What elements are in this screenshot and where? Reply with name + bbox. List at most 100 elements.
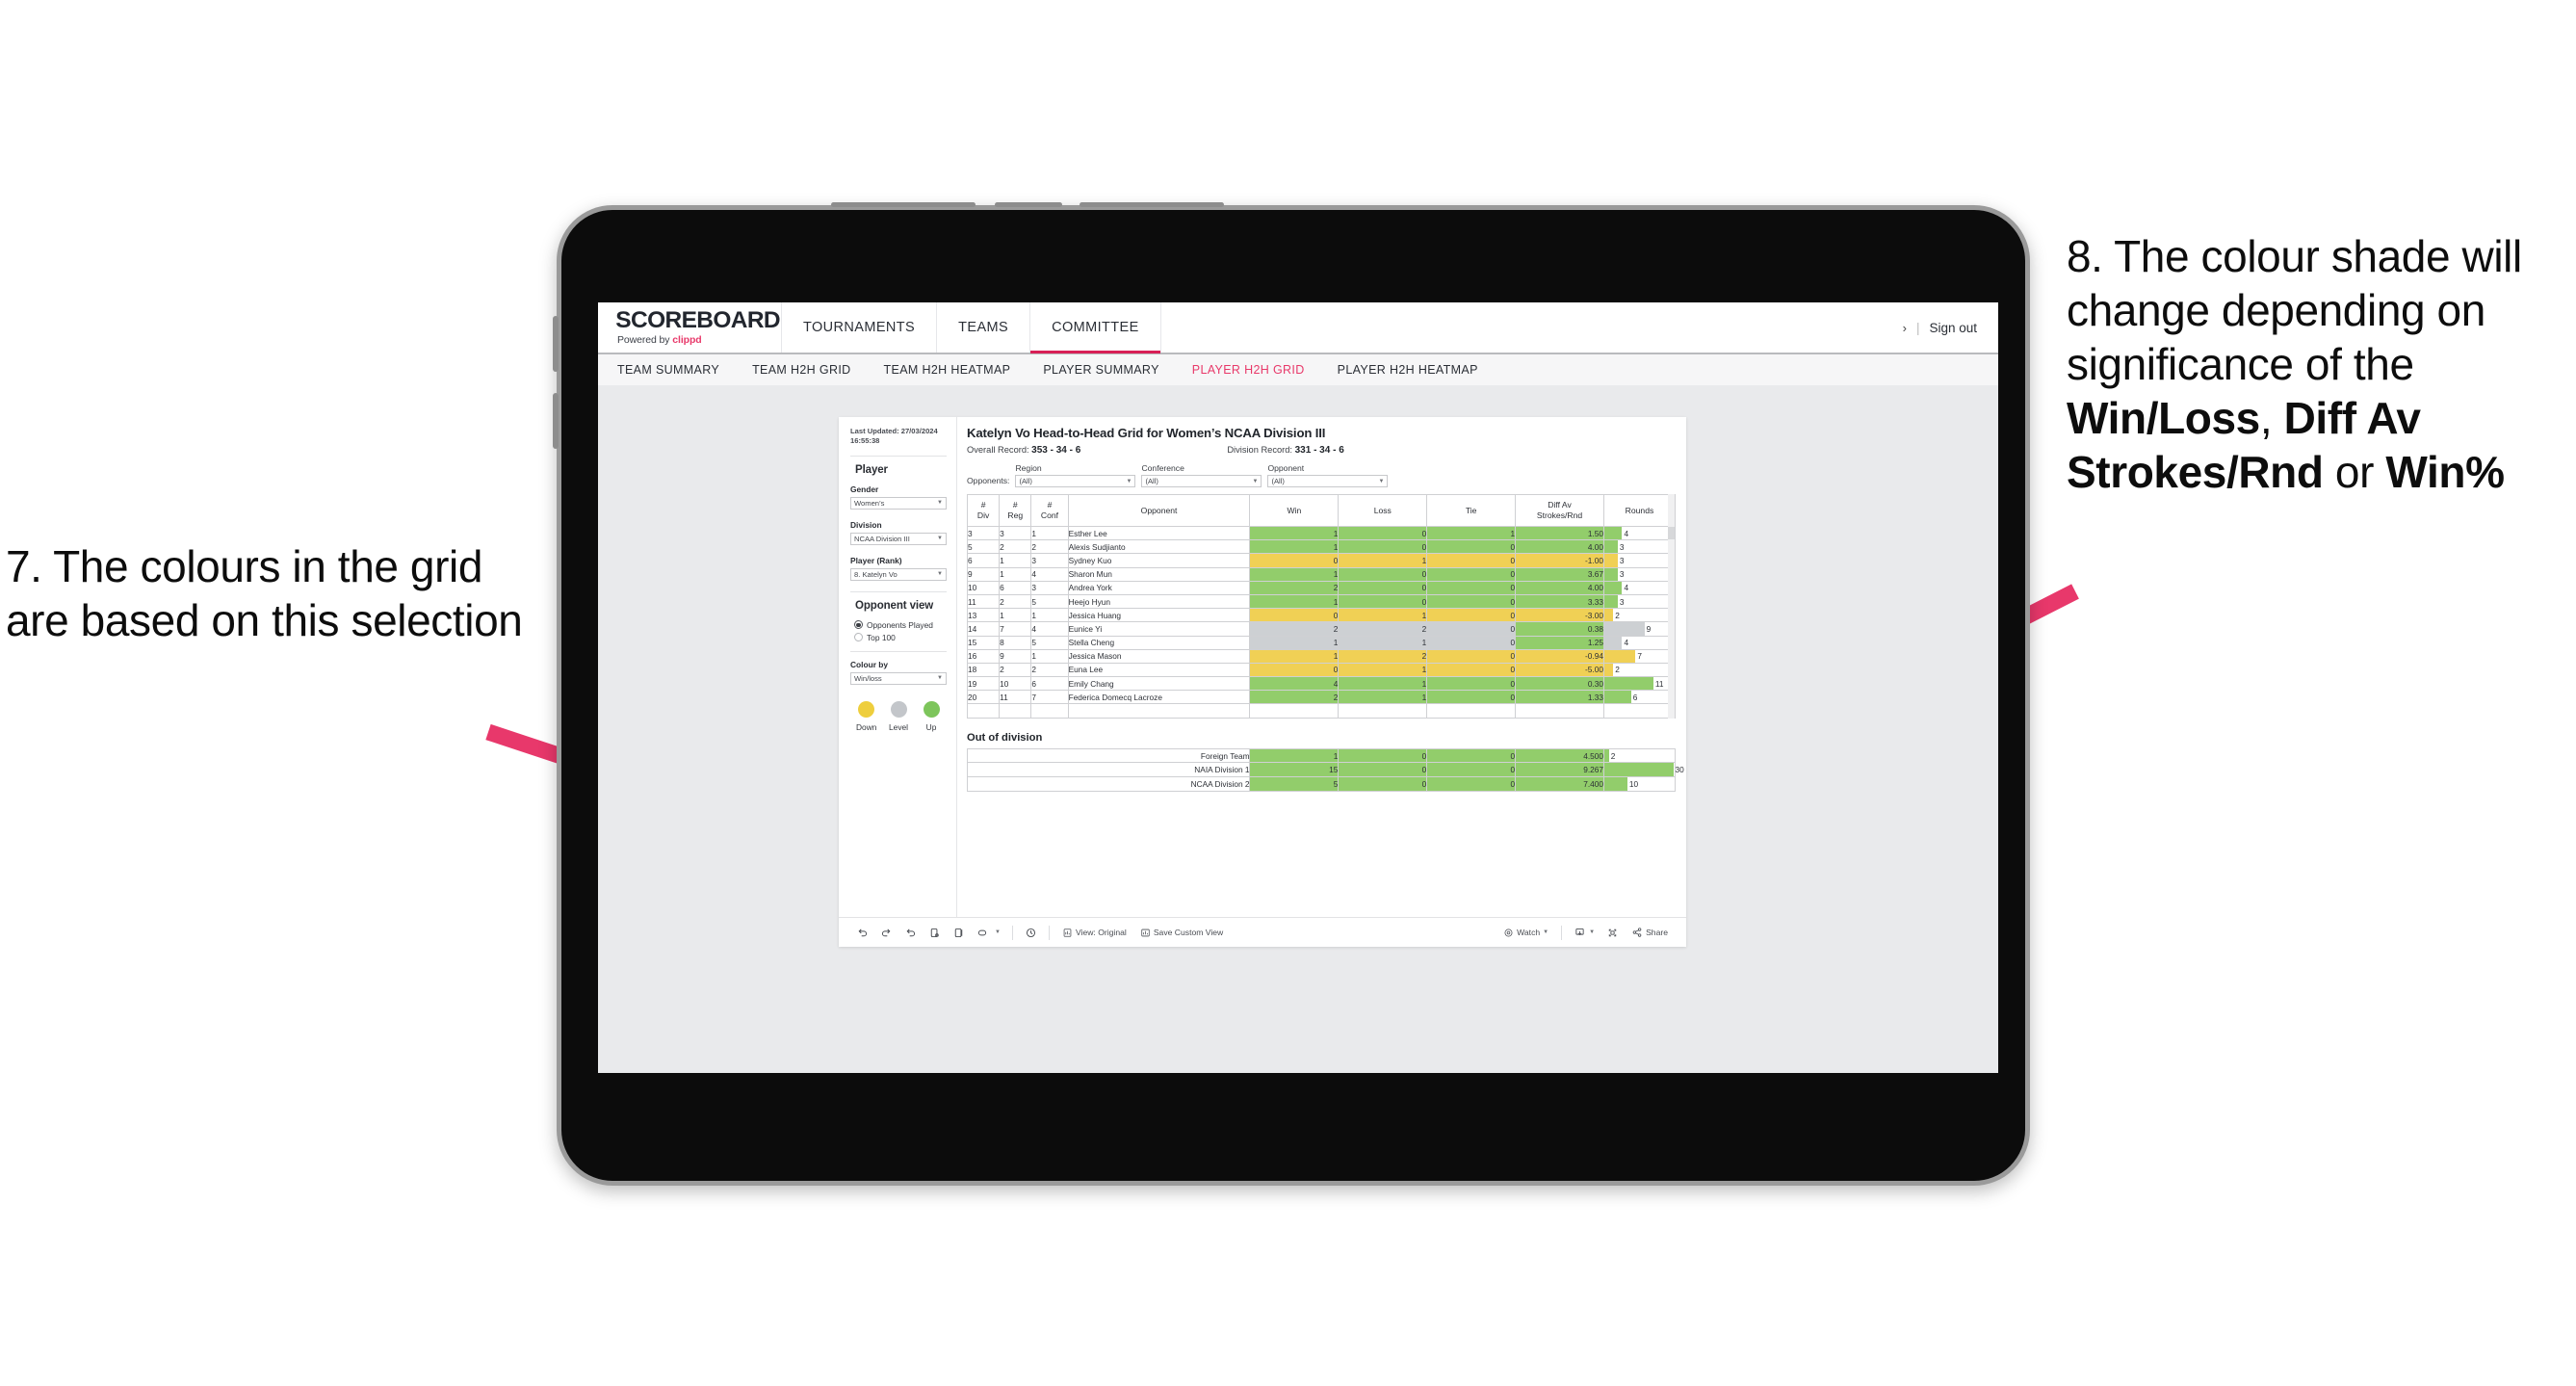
table-row[interactable]: NCAA Division 2 5 0 0 7.400 10 bbox=[966, 776, 1677, 793]
cell-empty bbox=[1249, 703, 1340, 719]
table-row[interactable]: 20 11 7 Federica Domecq Lacroze 2 1 0 1.33 6 bbox=[966, 690, 1677, 705]
colour-by-label: Colour by bbox=[850, 659, 889, 669]
chevron-down-icon: ▼ bbox=[1378, 478, 1385, 484]
radio-opponents-played[interactable]: Opponents Played bbox=[850, 620, 947, 630]
cell-opponent: Sydney Kuo bbox=[1067, 553, 1251, 568]
table-row[interactable]: 14 7 4 Eunice Yi 2 2 0 0.38 9 bbox=[966, 621, 1677, 637]
region-filter-label: Region bbox=[1015, 463, 1042, 473]
view-original-button[interactable]: View: Original bbox=[1055, 928, 1133, 938]
table-row[interactable]: 11 2 5 Heejo Hyun 1 0 0 3.33 3 bbox=[966, 593, 1677, 610]
history-icon[interactable] bbox=[1019, 927, 1043, 939]
radio-top-100[interactable]: Top 100 bbox=[850, 633, 947, 642]
col-rounds[interactable]: Rounds bbox=[1602, 494, 1677, 527]
table-row[interactable]: 19 10 6 Emily Chang 4 1 0 0.30 11 bbox=[966, 676, 1677, 692]
fullscreen-icon[interactable] bbox=[1600, 927, 1625, 939]
watch-button[interactable]: Watch ▼ bbox=[1496, 928, 1555, 938]
table-row[interactable]: 9 1 4 Sharon Mun 1 0 0 3.67 3 bbox=[966, 566, 1677, 582]
sign-out-link[interactable]: Sign out bbox=[1929, 321, 1977, 335]
legend-level-swatch bbox=[890, 700, 907, 718]
share-button[interactable]: Share bbox=[1625, 927, 1675, 938]
chevron-down-icon: ▼ bbox=[937, 571, 943, 578]
region-filter-select[interactable]: (All) ▼ bbox=[1015, 475, 1136, 487]
cell-ood-win: 15 bbox=[1249, 762, 1340, 778]
table-row[interactable]: 3 3 1 Esther Lee 1 0 1 1.50 4 bbox=[966, 525, 1677, 541]
cell-conf: 1 bbox=[1030, 648, 1069, 664]
region-filter-value: (All) bbox=[1019, 477, 1032, 485]
undo-icon[interactable] bbox=[850, 927, 874, 939]
cell-tie: 0 bbox=[1426, 580, 1517, 595]
pause-icon[interactable] bbox=[947, 927, 971, 939]
subnav-player-summary[interactable]: PLAYER SUMMARY bbox=[1043, 363, 1175, 377]
cell-div: 19 bbox=[966, 676, 1001, 692]
highlight-icon[interactable]: ▼ bbox=[971, 927, 1006, 939]
table-row[interactable]: Foreign Team 1 0 0 4.500 2 bbox=[966, 747, 1677, 764]
legend-up-swatch bbox=[923, 700, 940, 718]
save-custom-view-button[interactable]: Save Custom View bbox=[1133, 928, 1230, 938]
table-row[interactable]: NAIA Division 1 15 0 0 9.267 30 bbox=[966, 762, 1684, 778]
cell-loss: 2 bbox=[1338, 648, 1428, 664]
opponent-filter-select[interactable]: (All) ▼ bbox=[1267, 475, 1389, 487]
table-row[interactable]: 5 2 2 Alexis Sudjianto 1 0 0 4.00 3 bbox=[966, 539, 1677, 555]
download-icon[interactable]: ▼ bbox=[1568, 927, 1600, 939]
col-div[interactable]: # Div bbox=[966, 494, 1001, 527]
nav-tournaments[interactable]: TOURNAMENTS bbox=[781, 302, 936, 353]
cell-rounds: 3 bbox=[1602, 593, 1677, 610]
subnav-team-h2h-heatmap[interactable]: TEAM H2H HEATMAP bbox=[884, 363, 1028, 377]
col-win[interactable]: Win bbox=[1249, 494, 1340, 527]
revert-icon[interactable] bbox=[898, 927, 923, 939]
col-conf[interactable]: # Conf bbox=[1030, 494, 1069, 527]
redo-icon[interactable] bbox=[874, 927, 898, 939]
cell-reg: 11 bbox=[999, 690, 1032, 705]
grid-scrollbar-thumb[interactable] bbox=[1668, 527, 1675, 539]
cell-ood-loss: 0 bbox=[1338, 747, 1428, 764]
player-rank-select[interactable]: 8. Katelyn Vo ▼ bbox=[850, 567, 947, 581]
subnav-player-h2h-heatmap[interactable]: PLAYER H2H HEATMAP bbox=[1338, 363, 1495, 377]
cell-win: 1 bbox=[1249, 539, 1340, 555]
col-opponent[interactable]: Opponent bbox=[1067, 494, 1251, 527]
cell-loss: 0 bbox=[1338, 593, 1428, 610]
table-row[interactable]: 13 1 1 Jessica Huang 0 1 0 -3.00 2 bbox=[966, 608, 1677, 623]
cell-win: 0 bbox=[1249, 662, 1340, 678]
player-rank-field: Player (Rank) 8. Katelyn Vo ▼ bbox=[850, 556, 947, 581]
col-reg[interactable]: # Reg bbox=[999, 494, 1032, 527]
app-logo[interactable]: SCOREBOARD Powered by clippd bbox=[598, 302, 781, 353]
subnav-player-h2h-grid[interactable]: PLAYER H2H GRID bbox=[1192, 363, 1321, 377]
cell-empty bbox=[1338, 703, 1428, 719]
cell-ood-rounds: 2 bbox=[1602, 747, 1677, 764]
cell-div: 15 bbox=[966, 635, 1001, 650]
cell-tie: 0 bbox=[1426, 648, 1517, 664]
toolbar-divider bbox=[1011, 925, 1013, 940]
refresh-icon[interactable] bbox=[923, 927, 947, 939]
cell-win: 0 bbox=[1249, 553, 1340, 568]
col-loss[interactable]: Loss bbox=[1338, 494, 1428, 527]
cell-reg: 2 bbox=[999, 593, 1032, 610]
colour-by-field: Colour by Win/loss ▼ bbox=[850, 660, 947, 685]
gender-select[interactable]: Women’s ▼ bbox=[850, 496, 947, 510]
conference-filter-select[interactable]: (All) ▼ bbox=[1141, 475, 1262, 487]
grid-body: 3 3 1 Esther Lee 1 0 1 1.50 4 5 2 2 Alexis Sudjianto… bbox=[966, 525, 1677, 719]
table-row[interactable]: 16 9 1 Jessica Mason 1 2 0 -0.94 7 bbox=[966, 648, 1677, 664]
share-label: Share bbox=[1646, 928, 1668, 937]
cell-div: 11 bbox=[966, 593, 1001, 610]
cell-ood-name: NAIA Division 1 bbox=[966, 762, 1251, 778]
header-right: › | Sign out bbox=[1903, 302, 1998, 353]
colour-by-select[interactable]: Win/loss ▼ bbox=[850, 671, 947, 685]
cell-win: 4 bbox=[1249, 676, 1340, 692]
cell-ood-diff: 4.500 bbox=[1515, 747, 1604, 764]
nav-teams[interactable]: TEAMS bbox=[936, 302, 1029, 353]
col-diff[interactable]: Diff Av Strokes/Rnd bbox=[1515, 494, 1604, 527]
cell-loss: 2 bbox=[1338, 621, 1428, 637]
logo-tagline: Powered by clippd bbox=[617, 334, 781, 346]
table-row[interactable]: 6 1 3 Sydney Kuo 0 1 0 -1.00 3 bbox=[966, 553, 1677, 568]
subnav-team-summary[interactable]: TEAM SUMMARY bbox=[617, 363, 736, 377]
chevron-right-icon[interactable]: › bbox=[1903, 321, 1907, 335]
subnav-team-h2h-grid[interactable]: TEAM H2H GRID bbox=[752, 363, 867, 377]
table-row[interactable]: 18 2 2 Euna Lee 0 1 0 -5.00 2 bbox=[966, 662, 1677, 678]
table-row[interactable]: 10 6 3 Andrea York 2 0 0 4.00 4 bbox=[966, 580, 1677, 595]
table-row[interactable]: 15 8 5 Stella Cheng 1 1 0 1.25 4 bbox=[966, 635, 1677, 650]
col-tie[interactable]: Tie bbox=[1426, 494, 1517, 527]
nav-committee[interactable]: COMMITTEE bbox=[1029, 302, 1161, 353]
cell-win: 1 bbox=[1249, 566, 1340, 582]
division-select[interactable]: NCAA Division III ▼ bbox=[850, 532, 947, 545]
cell-ood-loss: 0 bbox=[1338, 776, 1428, 793]
